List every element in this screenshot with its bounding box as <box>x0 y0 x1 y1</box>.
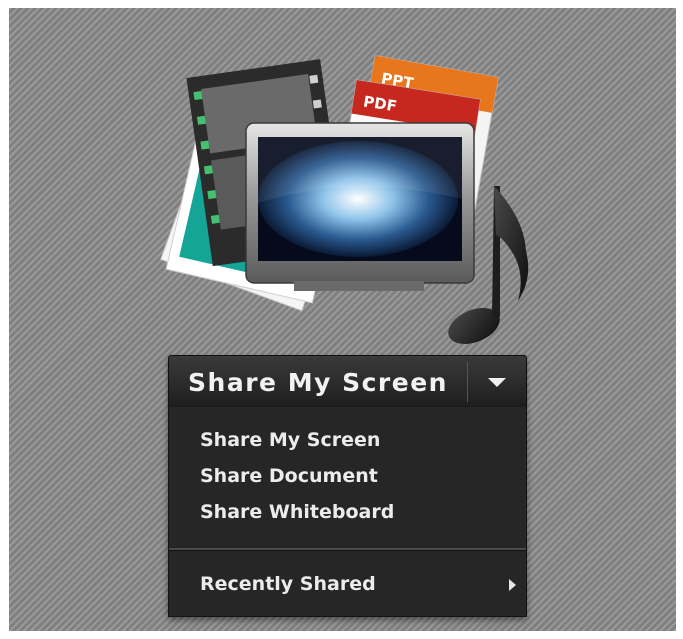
menu-item-recently-shared[interactable]: Recently Shared <box>200 573 376 595</box>
share-pod-stage: PPT PDF Share My Screen Share My Screen … <box>9 8 676 631</box>
menu-item-share-my-screen[interactable]: Share My Screen <box>200 429 380 451</box>
menu-divider <box>169 548 526 551</box>
menu-item-share-whiteboard[interactable]: Share Whiteboard <box>200 501 394 523</box>
share-my-screen-button[interactable]: Share My Screen <box>168 355 527 409</box>
chevron-down-icon <box>488 377 506 387</box>
share-dropdown-menu: Share My Screen Share Document Share Whi… <box>168 407 527 617</box>
menu-item-share-document[interactable]: Share Document <box>200 465 378 487</box>
chevron-right-icon <box>509 579 516 591</box>
content-share-icon: PPT PDF <box>154 53 554 353</box>
monitor-icon <box>245 122 475 291</box>
share-button-label[interactable]: Share My Screen <box>169 356 467 408</box>
share-dropdown-button[interactable] <box>468 356 526 408</box>
